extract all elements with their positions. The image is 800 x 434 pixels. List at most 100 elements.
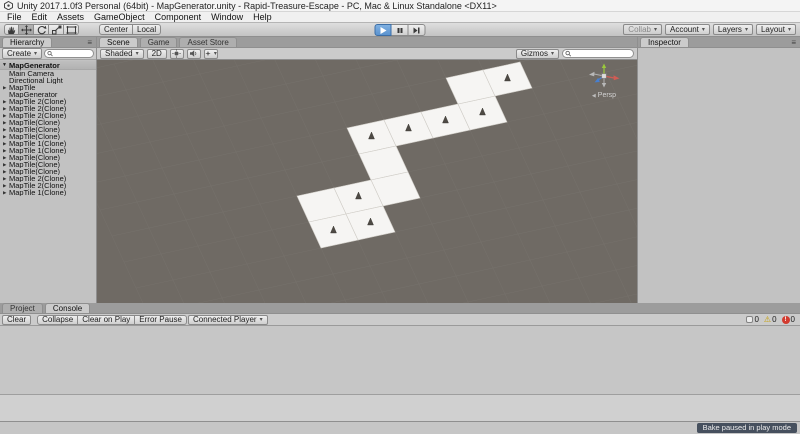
hierarchy-item-label: MapTile(Clone) <box>9 154 60 161</box>
x-axis-cone[interactable] <box>614 75 620 80</box>
error-icon: ! <box>782 316 790 324</box>
clear-on-play-button[interactable]: Clear on Play <box>78 315 135 325</box>
scene-viewport[interactable]: ◀ Persp <box>97 60 637 303</box>
search-icon <box>47 50 53 57</box>
rect-tool-button[interactable] <box>64 24 79 35</box>
audio-icon <box>189 49 198 58</box>
grid-line <box>172 206 637 303</box>
menu-window[interactable]: Window <box>206 12 248 22</box>
foldout-arrow-icon[interactable]: ▼ <box>2 62 7 68</box>
hierarchy-item[interactable]: ▶MapTile 2(Clone) <box>0 175 96 182</box>
hierarchy-item-label: MapTile 2(Clone) <box>9 112 66 119</box>
pause-icon <box>396 27 403 34</box>
connected-player-dropdown[interactable]: Connected Player <box>188 315 268 325</box>
scene-panel: Scene Game Asset Store Shaded 2D Gizmos <box>97 37 637 303</box>
tab-project[interactable]: Project <box>2 303 43 313</box>
hierarchy-item[interactable]: Directional Light <box>0 77 96 84</box>
menu-edit[interactable]: Edit <box>27 12 53 22</box>
scene-search-input[interactable] <box>572 50 631 57</box>
tab-console[interactable]: Console <box>45 303 90 313</box>
layout-dropdown[interactable]: Layout <box>756 24 796 35</box>
orientation-gizmo[interactable]: ◀ Persp <box>585 63 623 99</box>
hierarchy-item-label: MapGenerator <box>9 91 57 98</box>
layers-dropdown[interactable]: Layers <box>713 24 753 35</box>
hand-tool-button[interactable] <box>4 24 19 35</box>
account-dropdown[interactable]: Account <box>665 24 710 35</box>
console-detail-area <box>0 395 800 421</box>
warning-count-toggle[interactable]: ⚠0 <box>764 315 777 324</box>
collab-dropdown[interactable]: Collab <box>623 24 662 35</box>
tab-game[interactable]: Game <box>140 37 178 47</box>
gizmo-cube[interactable] <box>602 74 606 78</box>
hierarchy-item[interactable]: ▶MapTile 2(Clone) <box>0 105 96 112</box>
clear-button[interactable]: Clear <box>2 315 31 325</box>
log-count-toggle[interactable]: 0 <box>746 315 758 324</box>
hierarchy-item[interactable]: MapGenerator <box>0 91 96 98</box>
hierarchy-panel: Hierarchy ≡ Create ▼MapGeneratorMain Cam… <box>0 37 97 303</box>
hierarchy-item[interactable]: ▶MapTile(Clone) <box>0 133 96 140</box>
hierarchy-item-label: MapTile 1(Clone) <box>9 147 66 154</box>
hierarchy-item-label: MapTile 2(Clone) <box>9 182 66 189</box>
y-axis-cone[interactable] <box>602 64 606 69</box>
menu-gameobject[interactable]: GameObject <box>89 12 150 22</box>
gizmos-dropdown[interactable]: Gizmos <box>516 49 559 59</box>
hierarchy-item-label: MapTile(Clone) <box>9 119 60 126</box>
z-axis-cone[interactable] <box>595 78 600 83</box>
create-button[interactable]: Create <box>2 48 42 59</box>
hierarchy-search-input[interactable] <box>54 50 91 57</box>
hierarchy-item[interactable]: ▶MapTile(Clone) <box>0 119 96 126</box>
projection-label[interactable]: ◀ Persp <box>585 92 623 99</box>
menu-assets[interactable]: Assets <box>52 12 89 22</box>
pause-button[interactable] <box>392 24 409 36</box>
scene-audio-toggle[interactable] <box>187 49 201 59</box>
hierarchy-toolbar: Create <box>0 48 96 60</box>
bottom-panel: Project Console Clear Collapse Clear on … <box>0 303 800 421</box>
grid-line <box>97 72 233 303</box>
space-mode-button[interactable]: Local <box>133 24 161 35</box>
scale-tool-button[interactable] <box>49 24 64 35</box>
tab-hierarchy[interactable]: Hierarchy <box>2 37 52 47</box>
pivot-mode-button[interactable]: Center <box>99 24 133 35</box>
scale-icon <box>51 25 62 35</box>
play-controls <box>375 24 426 36</box>
warning-icon: ⚠ <box>764 316 771 324</box>
menu-component[interactable]: Component <box>150 12 207 22</box>
hierarchy-item[interactable]: ▶MapTile <box>0 84 96 91</box>
hierarchy-item[interactable]: ▶MapTile(Clone) <box>0 168 96 175</box>
error-count-toggle[interactable]: !0 <box>782 315 795 324</box>
pivot-toggle-group: Center Local <box>99 24 161 35</box>
hierarchy-item[interactable]: ▶MapTile 2(Clone) <box>0 112 96 119</box>
error-pause-button[interactable]: Error Pause <box>135 315 187 325</box>
hierarchy-scene-header[interactable]: ▼MapGenerator <box>0 61 96 70</box>
menu-help[interactable]: Help <box>248 12 277 22</box>
console-log-list[interactable] <box>0 326 800 395</box>
step-button[interactable] <box>409 24 426 36</box>
play-button[interactable] <box>375 24 392 36</box>
hierarchy-item[interactable]: ▶MapTile 2(Clone) <box>0 98 96 105</box>
axis-gizmo-icon[interactable] <box>586 63 622 89</box>
hierarchy-item[interactable]: Main Camera <box>0 70 96 77</box>
menu-file[interactable]: File <box>2 12 27 22</box>
toolbar-right-group: Collab Account Layers Layout <box>623 24 796 35</box>
rotate-tool-button[interactable] <box>34 24 49 35</box>
collapse-button[interactable]: Collapse <box>37 315 78 325</box>
hierarchy-item[interactable]: ▶MapTile(Clone) <box>0 126 96 133</box>
tab-asset-store[interactable]: Asset Store <box>179 37 236 47</box>
hierarchy-item[interactable]: ▶MapTile 2(Clone) <box>0 182 96 189</box>
hierarchy-item[interactable]: ▶MapTile 1(Clone) <box>0 147 96 154</box>
scene-lighting-toggle[interactable] <box>170 49 184 59</box>
tab-scene[interactable]: Scene <box>99 37 138 47</box>
tab-inspector[interactable]: Inspector <box>640 37 689 47</box>
transform-tools <box>4 24 79 35</box>
shading-mode-dropdown[interactable]: Shaded <box>100 49 144 59</box>
hierarchy-item[interactable]: ▶MapTile 1(Clone) <box>0 140 96 147</box>
grid-line <box>97 80 196 303</box>
hierarchy-menu-icon[interactable]: ≡ <box>85 38 94 47</box>
scene-effects-toggle[interactable] <box>204 49 218 59</box>
inspector-menu-icon[interactable]: ≡ <box>789 38 798 47</box>
move-tool-button[interactable] <box>19 24 34 35</box>
hierarchy-item[interactable]: ▶MapTile 1(Clone) <box>0 189 96 196</box>
hierarchy-item[interactable]: ▶MapTile(Clone) <box>0 154 96 161</box>
2d-toggle-button[interactable]: 2D <box>147 49 167 59</box>
hierarchy-item[interactable]: ▶MapTile(Clone) <box>0 161 96 168</box>
